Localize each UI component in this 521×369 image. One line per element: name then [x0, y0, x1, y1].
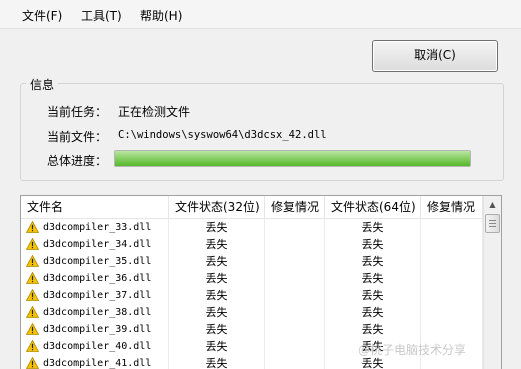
- repair-32: [265, 287, 325, 304]
- status-32: 丢失: [169, 219, 265, 236]
- status-64: 丢失: [325, 287, 421, 304]
- table-row[interactable]: d3dcompiler_38.dll 丢失 丢失: [21, 304, 483, 321]
- repair-64: [421, 236, 483, 253]
- status-32: 丢失: [169, 253, 265, 270]
- status-64: 丢失: [325, 270, 421, 287]
- menu-bar: 文件(F) 工具(T) 帮助(H): [0, 0, 521, 29]
- repair-64: [421, 253, 483, 270]
- status-32: 丢失: [169, 236, 265, 253]
- status-32: 丢失: [169, 321, 265, 338]
- file-name: d3dcompiler_36.dll: [21, 270, 169, 287]
- status-32: 丢失: [169, 270, 265, 287]
- file-name: d3dcompiler_33.dll: [21, 219, 169, 236]
- current-file-value: C:\windows\syswow64\d3dcsx_42.dll: [118, 129, 327, 141]
- thumb-grip: [489, 223, 496, 224]
- repair-32: [265, 321, 325, 338]
- file-name: d3dcompiler_37.dll: [21, 287, 169, 304]
- repair-32: [265, 270, 325, 287]
- overall-progress-label: 总体进度：: [47, 154, 108, 168]
- file-name: d3dcompiler_40.dll: [21, 338, 169, 355]
- current-task-value: 正在检测文件: [118, 105, 191, 119]
- info-group-title: 信息: [26, 76, 59, 93]
- progress-fill: [115, 151, 470, 166]
- repair-32: [265, 304, 325, 321]
- list-header: 文件名 文件状态(32位) 修复情况 文件状态(64位) 修复情况: [21, 196, 483, 219]
- file-name: d3dcompiler_34.dll: [21, 236, 169, 253]
- current-task-label: 当前任务：: [47, 105, 108, 119]
- status-64: 丢失: [325, 321, 421, 338]
- current-file-label: 当前文件：: [47, 130, 108, 144]
- repair-32: [265, 355, 325, 369]
- status-32: 丢失: [169, 304, 265, 321]
- cancel-button[interactable]: 取消(C): [372, 40, 498, 72]
- file-name: d3dcompiler_35.dll: [21, 253, 169, 270]
- overall-progress-bar: [114, 150, 471, 167]
- column-header-repair32[interactable]: 修复情况: [265, 196, 325, 218]
- repair-32: [265, 219, 325, 236]
- table-row[interactable]: d3dcompiler_37.dll 丢失 丢失: [21, 287, 483, 304]
- thumb-grip: [489, 220, 496, 221]
- file-name: d3dcompiler_38.dll: [21, 304, 169, 321]
- repair-64: [421, 219, 483, 236]
- repair-64: [421, 287, 483, 304]
- repair-64: [421, 321, 483, 338]
- column-header-status64[interactable]: 文件状态(64位): [325, 196, 421, 218]
- repair-64: [421, 304, 483, 321]
- status-64: 丢失: [325, 236, 421, 253]
- status-64: 丢失: [325, 219, 421, 236]
- table-row[interactable]: d3dcompiler_34.dll 丢失 丢失: [21, 236, 483, 253]
- menu-tools[interactable]: 工具(T): [81, 7, 122, 24]
- scrollbar-thumb[interactable]: [485, 214, 500, 233]
- column-header-repair64[interactable]: 修复情况: [421, 196, 483, 218]
- column-header-filename[interactable]: 文件名: [21, 196, 169, 218]
- menu-help[interactable]: 帮助(H): [140, 7, 182, 24]
- file-name: d3dcompiler_39.dll: [21, 321, 169, 338]
- file-name: d3dcompiler_41.dll: [21, 355, 169, 369]
- repair-32: [265, 338, 325, 355]
- status-32: 丢失: [169, 287, 265, 304]
- column-header-status32[interactable]: 文件状态(32位): [169, 196, 265, 218]
- status-64: 丢失: [325, 304, 421, 321]
- chevron-up-icon[interactable]: ▲: [484, 196, 501, 213]
- table-row[interactable]: d3dcompiler_35.dll 丢失 丢失: [21, 253, 483, 270]
- repair-32: [265, 253, 325, 270]
- table-row[interactable]: d3dcompiler_33.dll 丢失 丢失: [21, 219, 483, 236]
- status-32: 丢失: [169, 338, 265, 355]
- watermark: @桃子电脑技术分享: [358, 343, 467, 357]
- status-32: 丢失: [169, 355, 265, 369]
- vertical-scrollbar[interactable]: ▲: [483, 196, 501, 369]
- table-row[interactable]: d3dcompiler_39.dll 丢失 丢失: [21, 321, 483, 338]
- repair-32: [265, 236, 325, 253]
- menu-file[interactable]: 文件(F): [22, 7, 62, 24]
- table-row[interactable]: d3dcompiler_36.dll 丢失 丢失: [21, 270, 483, 287]
- repair-64: [421, 270, 483, 287]
- status-64: 丢失: [325, 253, 421, 270]
- thumb-grip: [489, 226, 496, 227]
